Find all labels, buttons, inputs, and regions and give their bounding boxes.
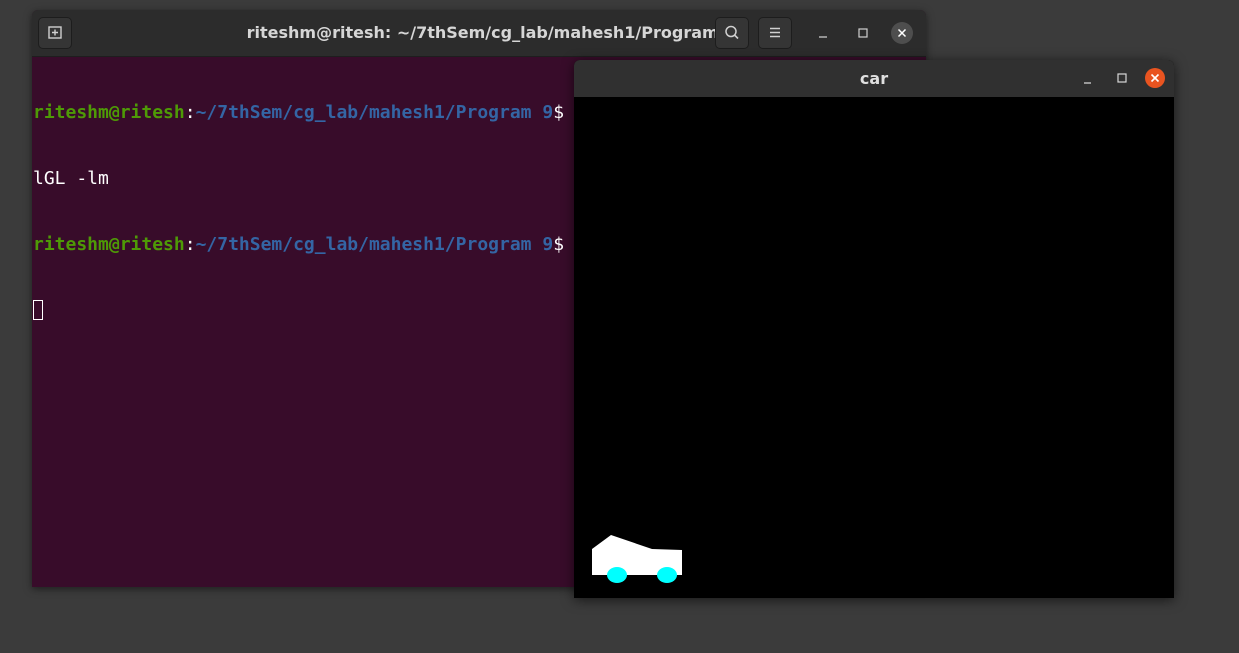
desktop: riteshm@ritesh: ~/7thSem/cg_lab/mahesh1/… [0,0,1239,653]
terminal-maximize-button[interactable] [852,22,874,44]
new-tab-icon [48,26,62,39]
search-button[interactable] [715,17,749,49]
close-icon [897,28,907,38]
minimize-icon [1084,82,1091,84]
close-icon [1150,73,1160,83]
car-close-button[interactable] [1145,68,1165,88]
car-titlebar[interactable]: car [574,60,1174,98]
car-scene [592,535,682,583]
prompt-dollar: $ [553,102,565,123]
opengl-canvas[interactable] [574,97,1174,598]
terminal-close-button[interactable] [891,22,913,44]
car-front-wheel [657,567,677,583]
prompt-user: riteshm@ritesh [33,234,185,255]
menu-button[interactable] [758,17,792,49]
prompt-colon: : [184,102,196,123]
car-rear-wheel [607,567,627,583]
terminal-cursor [33,300,43,320]
minimize-icon [819,36,827,38]
search-icon [725,25,739,40]
terminal-minimize-button[interactable] [812,22,834,44]
car-window[interactable]: car [574,60,1174,598]
new-tab-button[interactable] [38,17,72,49]
prompt-path: ~/7thSem/cg_lab/mahesh1/Program 9 [195,102,554,123]
car-maximize-button[interactable] [1111,67,1133,89]
prompt-colon: : [184,234,196,255]
prompt-dollar: $ [553,234,565,255]
terminal-titlebar[interactable]: riteshm@ritesh: ~/7thSem/cg_lab/mahesh1/… [32,10,926,57]
maximize-icon [1117,73,1127,83]
car-minimize-button[interactable] [1077,68,1099,90]
hamburger-menu-icon [770,27,780,38]
prompt-user: riteshm@ritesh [33,102,185,123]
prompt-path: ~/7thSem/cg_lab/mahesh1/Program 9 [195,234,554,255]
maximize-icon [858,28,868,38]
